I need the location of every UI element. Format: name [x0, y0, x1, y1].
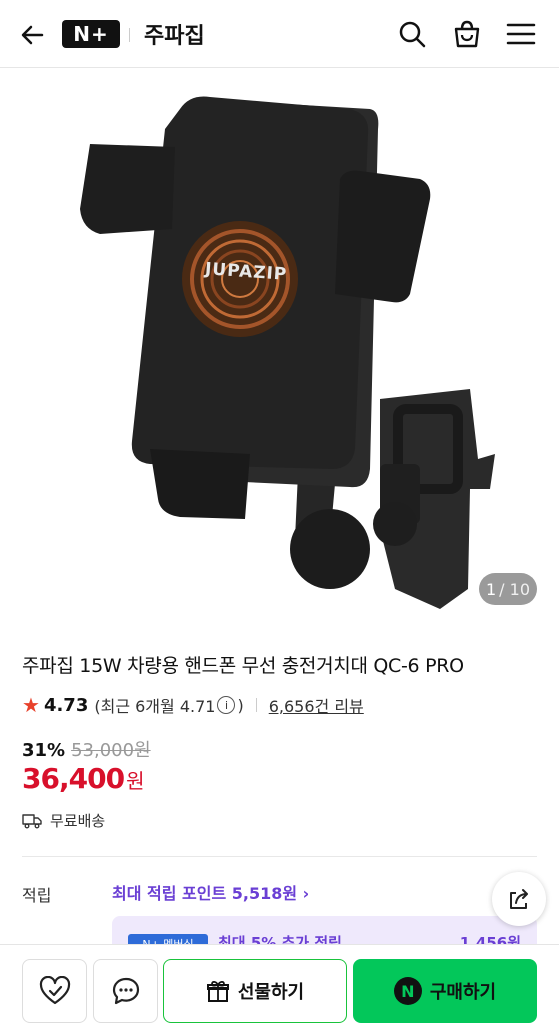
shopping-bag-icon[interactable]	[451, 18, 483, 50]
share-icon	[510, 889, 528, 909]
search-icon[interactable]	[396, 18, 428, 50]
rating-score: 4.73	[43, 694, 89, 716]
gift-button[interactable]: 선물하기	[163, 959, 347, 1023]
bottom-action-bar: 선물하기 N 구매하기	[0, 944, 559, 1024]
shipping-text: 무료배송	[50, 812, 106, 830]
back-arrow-icon[interactable]	[18, 20, 48, 50]
original-price: 53,000원	[71, 740, 151, 761]
rating-row: ★ 4.73 (최근 6개월 4.71 i ) 6,656건 리뷰	[22, 693, 364, 717]
buy-button[interactable]: N 구매하기	[353, 959, 537, 1023]
store-name[interactable]: 주파집	[144, 18, 205, 50]
header-divider	[129, 28, 130, 42]
points-label: 적립	[22, 886, 52, 905]
gift-label: 선물하기	[237, 982, 305, 1003]
chat-button[interactable]	[93, 959, 158, 1023]
recent-rating-close: )	[237, 695, 244, 715]
chat-bubble-icon	[112, 977, 139, 1005]
product-photo	[80, 96, 495, 609]
top-header: N+ 주파집	[0, 0, 559, 68]
shipping-info: 무료배송	[22, 810, 105, 831]
wishlist-button[interactable]	[22, 959, 87, 1023]
info-icon[interactable]: i	[217, 696, 236, 714]
counter-total: / 10	[499, 579, 531, 599]
sale-price-unit: 원	[126, 769, 144, 793]
product-title: 주파집 15W 차량용 핸드폰 무선 충전거치대 QC-6 PRO	[22, 655, 464, 677]
buy-label: 구매하기	[429, 982, 497, 1003]
counter-current: 1	[485, 579, 497, 599]
share-button[interactable]	[492, 872, 546, 926]
heart-check-icon	[39, 976, 70, 1005]
max-points-link[interactable]: 최대 적립 포인트 5,518원 ›	[112, 880, 309, 904]
truck-icon	[22, 813, 42, 828]
gift-icon	[206, 980, 229, 1002]
menu-icon[interactable]	[505, 18, 537, 50]
discount-row: 31% 53,000원	[22, 736, 151, 762]
review-count-link[interactable]: 6,656건 리뷰	[269, 693, 364, 717]
section-divider	[22, 856, 537, 857]
image-counter: 1 / 10	[479, 573, 537, 605]
discount-percent: 31%	[22, 740, 66, 761]
naver-n-icon: N	[393, 977, 422, 1005]
product-image-carousel[interactable]: JUPAZIP 1 / 10	[0, 69, 559, 629]
star-icon: ★	[22, 693, 40, 717]
recent-rating: (최근 6개월 4.71	[94, 697, 216, 716]
sale-price-value: 36,400	[22, 762, 125, 795]
sale-price: 36,400 원	[22, 762, 144, 795]
rating-divider	[255, 698, 257, 712]
naver-plus-logo[interactable]: N+	[62, 20, 120, 48]
